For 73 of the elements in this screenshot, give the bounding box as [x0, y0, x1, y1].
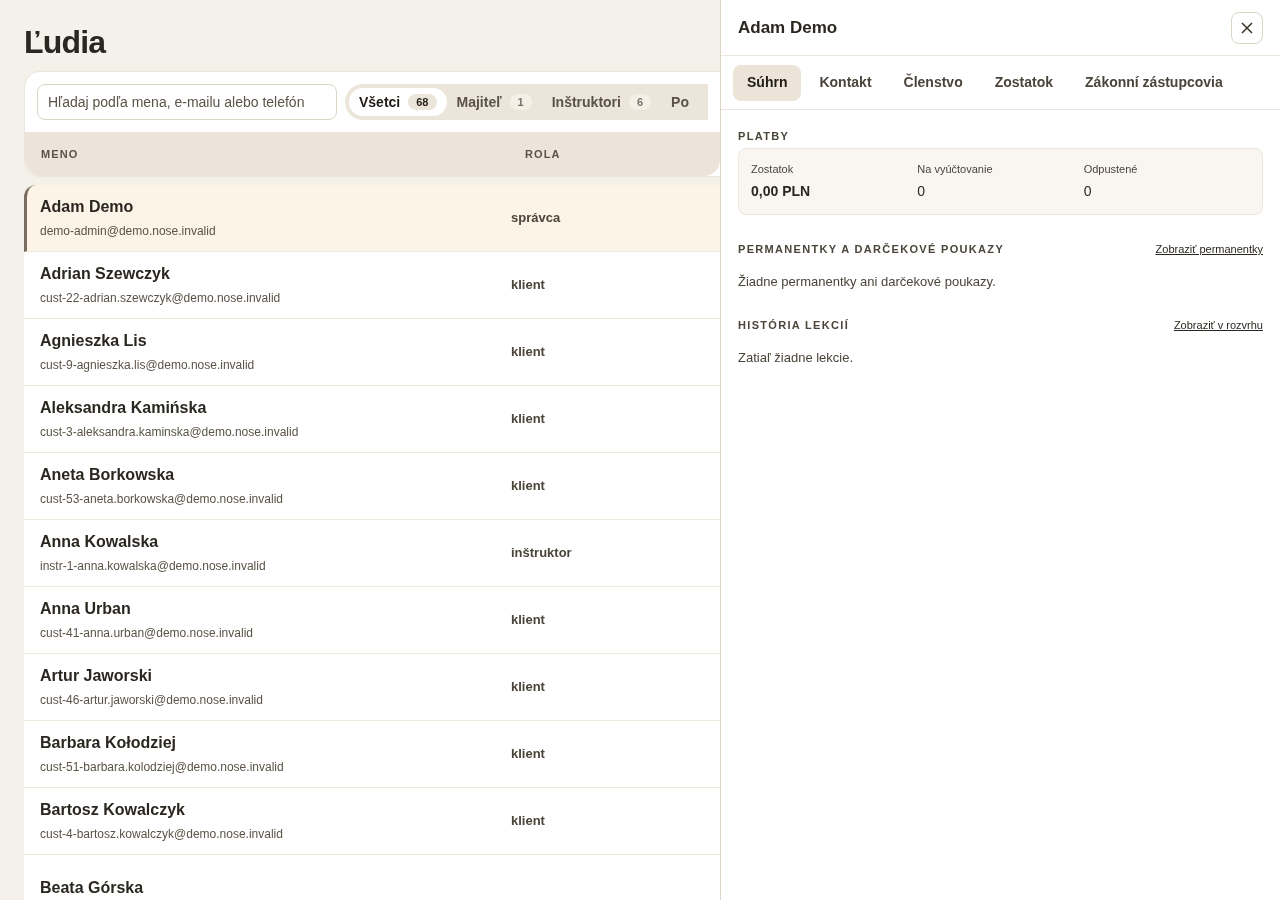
- panel-tab[interactable]: Členstvo: [889, 64, 977, 101]
- person-row[interactable]: Aneta Borkowska cust-53-aneta.borkowska@demo.nose.invalid klient: [24, 453, 720, 520]
- person-name: Adrian Szewczyk: [40, 263, 171, 284]
- column-header: ROLA: [525, 146, 561, 162]
- person-row[interactable]: Adrian Szewczyk cust-22-adrian.szewczyk@demo.nose.invalid klient: [24, 252, 720, 319]
- person-name: Bartosz Kowalczyk: [40, 799, 186, 820]
- filter-tab[interactable]: Všetci 68: [349, 88, 447, 116]
- role-text: klient: [511, 611, 545, 630]
- role-text: klient: [511, 276, 545, 295]
- person-email: cust-51-barbara.kolodziej@demo.nose.invalid: [40, 758, 285, 776]
- count-badge: 6: [628, 93, 652, 111]
- empty-text: Žiadne permanentky ani darčekové poukazy.: [738, 272, 997, 291]
- person-row[interactable]: Artur Jaworski cust-46-artur.jaworski@demo.nose.invalid klient: [24, 654, 720, 721]
- person-row[interactable]: Agnieszka Lis cust-9-agnieszka.lis@demo.nose.invalid klient: [24, 319, 720, 386]
- close-icon: [1241, 21, 1253, 34]
- section-link[interactable]: Zobraziť v rozvrhu: [1173, 317, 1263, 334]
- filter-tab[interactable]: Po: [661, 88, 689, 116]
- person-email: cust-9-agnieszka.lis@demo.nose.invalid: [40, 356, 256, 374]
- stat-label: Zostatok: [751, 161, 795, 177]
- role-text: klient: [511, 410, 545, 429]
- close-button[interactable]: [1231, 11, 1263, 44]
- person-name: Aleksandra Kamińska: [40, 397, 208, 418]
- role-text: správca: [511, 209, 561, 228]
- role-text: klient: [511, 477, 545, 496]
- panel-tab[interactable]: Zákonní zástupcovia: [1071, 64, 1237, 101]
- person-email: cust-53-aneta.borkowska@demo.nose.invalid: [40, 490, 284, 508]
- person-email: cust-3-aleksandra.kaminska@demo.nose.invalid: [40, 423, 300, 441]
- person-name: Barbara Kołodziej: [40, 732, 178, 753]
- person-name: Artur Jaworski: [40, 665, 154, 686]
- person-name: Agnieszka Lis: [40, 330, 148, 351]
- person-email: cust-46-artur.jaworski@demo.nose.invalid: [40, 691, 264, 709]
- panel-tab[interactable]: Súhrn: [733, 64, 802, 101]
- filter-tab[interactable]: Majiteľ 1: [446, 88, 542, 116]
- person-email: cust-4-bartosz.kowalczyk@demo.nose.invalid: [40, 825, 284, 843]
- section-heading: PLATBY: [738, 129, 791, 144]
- person-row[interactable]: Adam Demo demo-admin@demo.nose.invalid správca: [24, 185, 720, 252]
- stat-value: 0: [1083, 182, 1093, 201]
- person-email: instr-1-anna.kowalska@demo.nose.invalid: [40, 557, 267, 575]
- person-email: cust-41-anna.urban@demo.nose.invalid: [40, 624, 254, 642]
- person-row[interactable]: Bartosz Kowalczyk cust-4-bartosz.kowalczyk@demo.nose.invalid klient: [24, 788, 720, 855]
- count-badge: 1: [509, 93, 532, 111]
- panel-tab[interactable]: Zostatok: [980, 64, 1068, 101]
- role-text: klient: [511, 678, 545, 697]
- person-row[interactable]: Aleksandra Kamińska cust-3-aleksandra.kaminska@demo.nose.invalid klient: [24, 386, 720, 453]
- person-row[interactable]: Anna Urban cust-41-anna.urban@demo.nose.invalid klient: [24, 587, 720, 654]
- empty-text: Zatiaľ žiadne lekcie.: [738, 348, 855, 367]
- role-text: inštruktor: [511, 544, 572, 563]
- filter-tab[interactable]: Inštruktori 6: [541, 88, 662, 116]
- person-name: Adam Demo: [40, 196, 135, 217]
- person-email: demo-admin@demo.nose.invalid: [40, 222, 217, 240]
- section-heading: HISTÓRIA LEKCIÍ: [738, 318, 850, 333]
- person-name: Beata Górska: [40, 878, 145, 898]
- role-text: klient: [511, 745, 545, 764]
- person-row[interactable]: Anna Kowalska instr-1-anna.kowalska@demo.nose.invalid inštruktor: [24, 520, 720, 587]
- person-name: Aneta Borkowska: [40, 464, 176, 485]
- stat-value: 0: [917, 182, 927, 201]
- person-email: cust-22-adrian.szewczyk@demo.nose.invalid: [40, 289, 282, 307]
- column-header: MENO: [40, 146, 80, 162]
- person-name: Anna Urban: [40, 598, 132, 619]
- search-field[interactable]: Hľadaj podľa mena, e-mailu alebo telefón: [37, 84, 337, 120]
- role-text: klient: [511, 343, 545, 362]
- stat-value: 0,00 PLN: [751, 182, 812, 201]
- panel-title: Adam Demo: [738, 16, 838, 39]
- section-link[interactable]: Zobraziť permanentky: [1155, 241, 1263, 258]
- panel-tab[interactable]: Kontakt: [805, 64, 886, 101]
- stat-label: Odpustené: [1083, 161, 1139, 177]
- person-row[interactable]: Barbara Kołodziej cust-51-barbara.kolodziej@demo.nose.invalid klient: [24, 721, 720, 788]
- count-badge: 68: [408, 93, 437, 111]
- role-text: klient: [511, 812, 545, 831]
- section-heading: PERMANENTKY A DARČEKOVÉ POUKAZY: [738, 242, 1005, 257]
- page-title: Ľudia: [24, 24, 106, 60]
- stat-label: Na vyúčtovanie: [917, 161, 994, 177]
- person-name: Anna Kowalska: [40, 531, 160, 552]
